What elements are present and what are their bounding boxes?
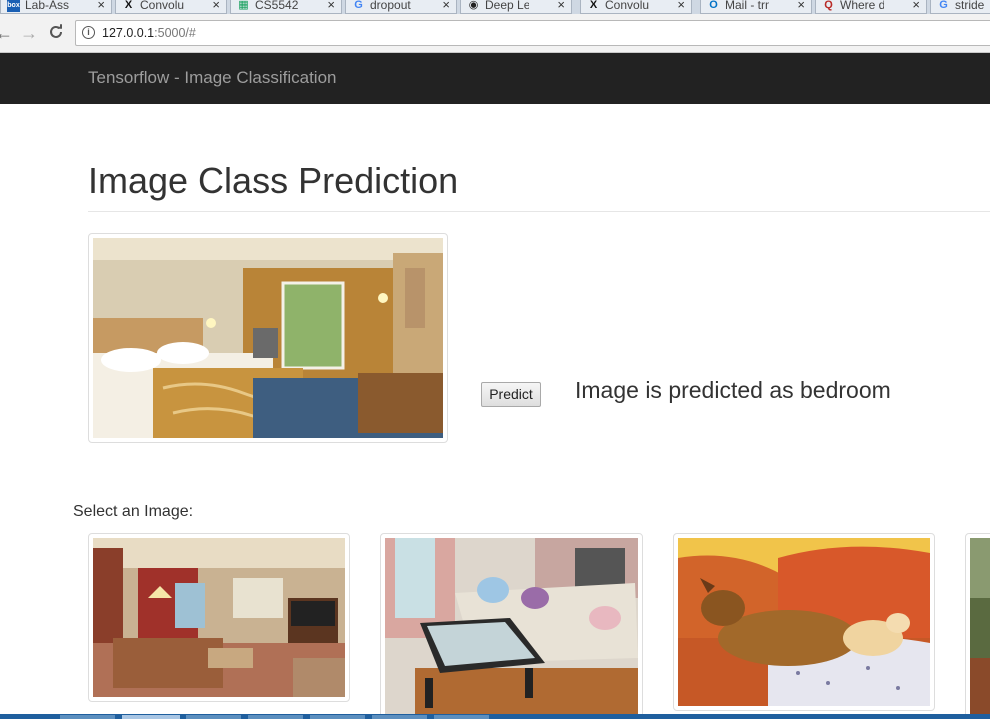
predict-button[interactable]: Predict: [481, 382, 541, 407]
gallery-item[interactable]: [965, 533, 990, 719]
living-room-photo: [93, 538, 345, 697]
browser-tab[interactable]: X Convolutic ×: [580, 0, 692, 14]
browser-tab-title: dropout re: [370, 0, 414, 12]
github-icon: ◉: [468, 0, 479, 11]
dog-and-cat-photo: [678, 538, 930, 706]
close-tab-icon[interactable]: ×: [212, 0, 220, 12]
google-icon: G: [354, 0, 363, 11]
close-tab-icon[interactable]: ×: [442, 0, 450, 12]
close-tab-icon[interactable]: ×: [797, 0, 805, 12]
info-icon[interactable]: i: [82, 26, 95, 39]
browser-tab-title: CS5542 - E: [255, 0, 299, 12]
back-icon[interactable]: ←: [0, 23, 14, 43]
close-tab-icon[interactable]: ×: [327, 0, 335, 12]
browser-tab-title: Deep Lean: [485, 0, 529, 12]
browser-tab[interactable]: box Lab-Assign ×: [0, 0, 112, 14]
gallery-item[interactable]: [380, 533, 643, 719]
browser-tab-title: Convolutic: [140, 0, 184, 12]
close-tab-icon[interactable]: ×: [97, 0, 105, 12]
browser-tab[interactable]: X Convolutic ×: [115, 0, 227, 14]
close-tab-icon[interactable]: ×: [677, 0, 685, 12]
outlook-icon: O: [709, 0, 718, 11]
forward-icon[interactable]: →: [19, 23, 39, 43]
x-logo-icon: X: [124, 0, 133, 11]
browser-tab-title: Lab-Assign: [25, 0, 69, 12]
browser-tab-title: Mail - trm: [725, 0, 769, 12]
os-taskbar: [0, 714, 990, 719]
app-navbar: Tensorflow - Image Classification: [0, 53, 990, 104]
browser-tab[interactable]: O Mail - trm ×: [700, 0, 812, 14]
prediction-result: Image is predicted as bedroom: [575, 377, 891, 403]
title-divider: [88, 211, 990, 212]
partial-photo: [970, 538, 990, 714]
gallery-item[interactable]: [88, 533, 350, 702]
close-tab-icon[interactable]: ×: [912, 0, 920, 12]
select-image-label: Select an Image:: [73, 503, 194, 520]
page-title: Image Class Prediction: [88, 160, 459, 201]
navbar-brand[interactable]: Tensorflow - Image Classification: [88, 68, 336, 88]
sheets-icon: ▦: [238, 0, 249, 11]
selected-image-thumbnail: [88, 233, 448, 443]
browser-tab[interactable]: ▦ CS5542 - E ×: [230, 0, 342, 14]
close-tab-icon[interactable]: ×: [557, 0, 565, 12]
browser-tab[interactable]: Q Where do ×: [815, 0, 927, 14]
browser-tab[interactable]: Gstride: [930, 0, 990, 14]
sofa-room-photo: [385, 538, 638, 714]
x-logo-icon: X: [589, 0, 598, 11]
reload-icon[interactable]: [46, 23, 66, 43]
google-icon: G: [939, 0, 948, 11]
browser-tab[interactable]: ◉ Deep Lean ×: [460, 0, 572, 14]
browser-toolbar: ← → i 127.0.0.1:5000/#: [0, 14, 990, 53]
browser-tab-title: Convolutic: [605, 0, 649, 12]
quora-icon: Q: [824, 0, 833, 11]
address-bar[interactable]: i 127.0.0.1:5000/#: [75, 20, 990, 46]
gallery-item[interactable]: [673, 533, 935, 711]
browser-tab-title: Where do: [840, 0, 884, 12]
browser-tab-title: stride: [955, 0, 985, 12]
url-text: 127.0.0.1:5000/#: [102, 26, 196, 40]
browser-tab-strip: boxLab-Assign×XConvolutic×▦CS5542 - E×Gd…: [0, 0, 990, 14]
browser-tab[interactable]: Gdropout re ×: [345, 0, 457, 14]
bedroom-photo: [93, 238, 443, 438]
box-icon: box: [7, 0, 20, 12]
